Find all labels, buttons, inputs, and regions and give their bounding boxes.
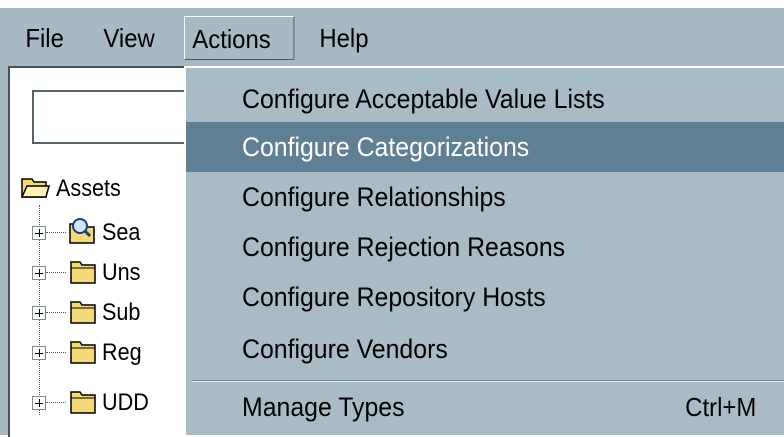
tree-row[interactable]: Sea <box>32 216 145 250</box>
menu-item-configure-vendors[interactable]: Configure Vendors <box>186 324 784 374</box>
menu-item-manage-types[interactable]: Manage Types Ctrl+M <box>186 382 784 432</box>
menu-item-label: Configure Repository Hosts <box>242 281 546 312</box>
menu-item-configure-categorizations[interactable]: Configure Categorizations <box>186 122 784 172</box>
tree-row-label: UDD <box>102 389 149 416</box>
expand-icon[interactable] <box>32 266 46 280</box>
search-input[interactable] <box>32 90 192 144</box>
tree-row[interactable]: UDD <box>32 386 154 420</box>
menu-actions[interactable]: Actions <box>184 16 295 60</box>
expand-icon[interactable] <box>32 396 46 410</box>
tree-row-label: Uns <box>102 259 141 286</box>
tree-connector <box>46 402 66 404</box>
actions-dropdown-menu: Configure Acceptable Value Lists Configu… <box>184 66 784 435</box>
folder-icon <box>68 256 98 291</box>
tree-row-label: Sub <box>102 299 141 326</box>
menu-bar: File View Actions Help <box>0 8 784 67</box>
menu-help[interactable]: Help <box>312 18 376 58</box>
folder-icon <box>68 386 98 421</box>
open-folder-icon <box>20 173 50 206</box>
expand-icon[interactable] <box>32 226 46 240</box>
tree-connector <box>46 312 66 314</box>
menu-item-configure-rejection-reasons[interactable]: Configure Rejection Reasons <box>186 222 784 272</box>
menu-view[interactable]: View <box>96 18 162 58</box>
folder-icon <box>68 296 98 331</box>
menu-item-label: Configure Acceptable Value Lists <box>242 83 605 114</box>
tree-root-label: Assets <box>56 175 121 202</box>
menu-item-label: Configure Rejection Reasons <box>242 231 566 262</box>
menu-item-configure-relationships[interactable]: Configure Relationships <box>186 172 784 222</box>
folder-icon <box>68 336 98 371</box>
tree-connector <box>46 272 66 274</box>
search-folder-icon <box>68 216 98 251</box>
tree-row[interactable]: Uns <box>32 256 145 290</box>
tree-root-assets[interactable]: Assets <box>20 172 128 206</box>
tree-row-label: Sea <box>102 219 141 246</box>
expand-icon[interactable] <box>32 306 46 320</box>
tree-row[interactable]: Reg <box>32 336 146 370</box>
tree-row-label: Reg <box>102 339 142 366</box>
expand-icon[interactable] <box>32 346 46 360</box>
tree-connector <box>46 232 66 234</box>
menu-item-configure-acceptable-value-lists[interactable]: Configure Acceptable Value Lists <box>186 74 784 124</box>
menu-file[interactable]: File <box>18 18 71 58</box>
menu-item-label: Manage Types <box>242 391 405 422</box>
menu-item-configure-repository-hosts[interactable]: Configure Repository Hosts <box>186 272 784 322</box>
tree-connector <box>46 352 66 354</box>
menu-item-label: Configure Categorizations <box>242 131 530 162</box>
tree-row[interactable]: Sub <box>32 296 145 330</box>
shortcut-label: Ctrl+M <box>684 391 756 422</box>
menu-item-label: Configure Relationships <box>242 181 506 212</box>
menu-item-label: Configure Vendors <box>242 333 448 364</box>
